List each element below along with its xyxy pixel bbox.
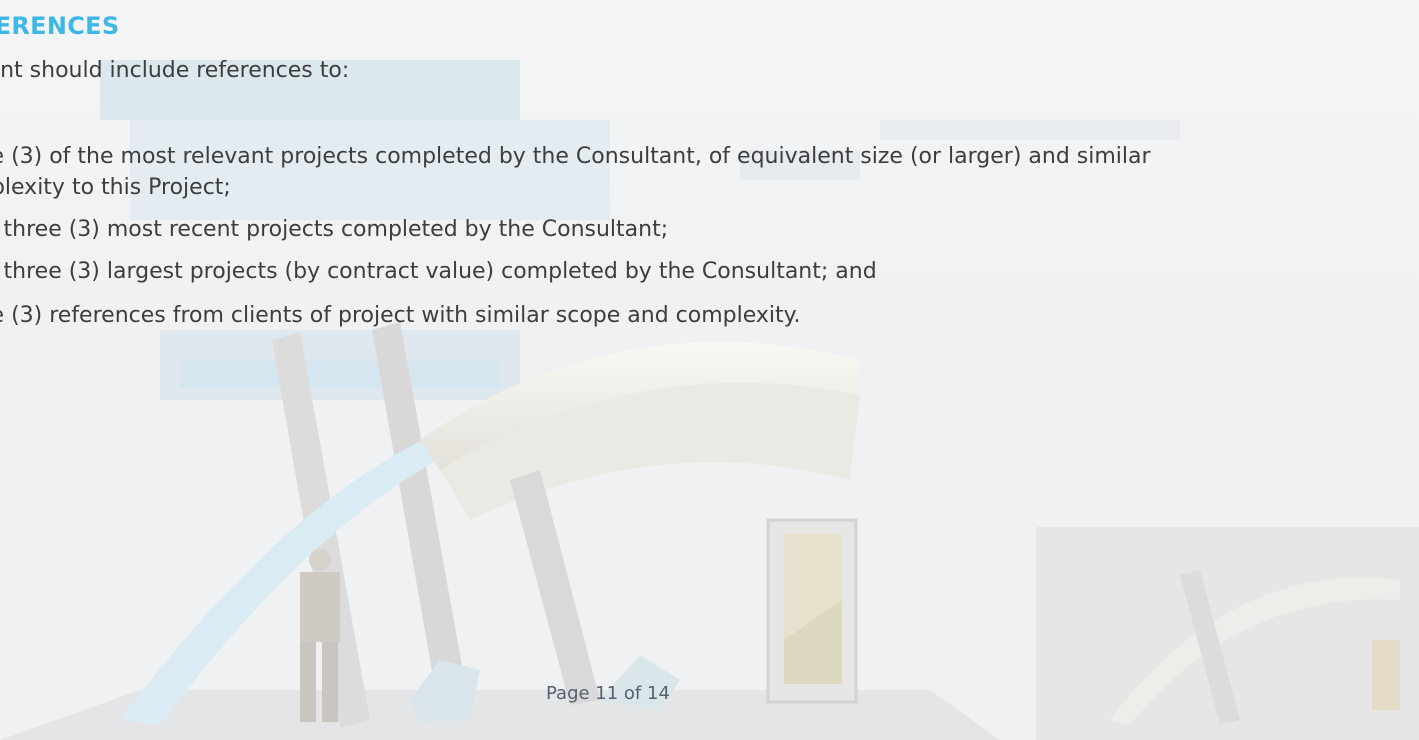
- page-number: Page 11 of 14: [546, 683, 670, 704]
- document-content: FERENCES tant should include references …: [0, 0, 1419, 740]
- document-page: FERENCES tant should include references …: [0, 0, 1419, 740]
- section-heading: FERENCES: [0, 12, 120, 40]
- list-item-continuation: nplexity to this Project;: [0, 175, 231, 200]
- list-item: ee (3) references from clients of projec…: [0, 303, 801, 328]
- intro-text: tant should include references to:: [0, 58, 350, 83]
- list-item: ee (3) of the most relevant projects com…: [0, 144, 1151, 169]
- list-item: e three (3) most recent projects complet…: [0, 217, 669, 242]
- list-item: e three (3) largest projects (by contrac…: [0, 259, 877, 284]
